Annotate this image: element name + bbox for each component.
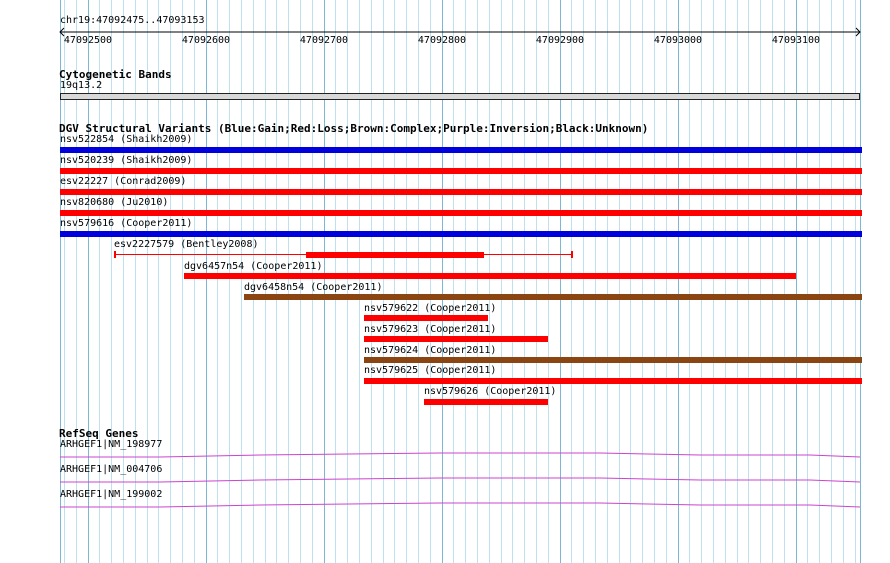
cyto-band[interactable] [60,93,860,100]
gene-intron-line[interactable] [0,475,890,487]
variant-label: nsv520239 (Shaikh2009) [60,155,193,166]
gene-intron-line[interactable] [0,500,890,512]
variant-label: nsv579622 (Cooper2011) [364,303,497,314]
gene-intron-path [60,502,861,508]
variant-bar[interactable] [184,273,796,279]
variant-end-cap [571,251,573,258]
cyto-band-label: 19q13.2 [60,80,103,91]
ruler-tick-label: 47093100 [771,35,821,46]
variant-bar[interactable] [364,315,488,321]
variant-bar[interactable] [60,231,862,237]
variant-bar[interactable] [60,189,862,195]
variant-label: esv22227 (Conrad2009) [60,176,187,187]
ruler-tick-label: 47092600 [181,35,231,46]
variant-bar[interactable] [60,147,862,153]
variant-label: nsv579623 (Cooper2011) [364,324,497,335]
variant-label: esv2227579 (Bentley2008) [114,239,259,250]
variant-label: dgv6457n54 (Cooper2011) [184,261,323,272]
variant-label: nsv579626 (Cooper2011) [424,386,557,397]
variant-bar[interactable] [424,399,548,405]
variant-label: nsv579625 (Cooper2011) [364,365,497,376]
ruler-tick-label: 47092900 [535,35,585,46]
ruler-tick-label: 47092800 [417,35,467,46]
variant-bar[interactable] [60,168,862,174]
genome-browser: chr19:47092475..47093153 47092500 470926… [0,0,890,563]
variant-bar [306,252,484,258]
variant-bar[interactable] [60,210,862,216]
gene-intron-line[interactable] [0,450,890,462]
variant-label: nsv579616 (Cooper2011) [60,218,193,229]
variant-bar[interactable] [364,378,862,384]
gene-intron-path [60,452,861,458]
variant-span[interactable] [114,251,574,259]
ruler-tick-label: 47092500 [63,35,113,46]
ruler-tick-label: 47092700 [299,35,349,46]
gene-intron-path [60,477,861,483]
variant-bar[interactable] [364,336,548,342]
ruler-tick-label: 47093000 [653,35,703,46]
variant-bar[interactable] [244,294,862,300]
variant-label: nsv579624 (Cooper2011) [364,345,497,356]
variant-label: dgv6458n54 (Cooper2011) [244,282,383,293]
variant-bar[interactable] [364,357,862,363]
variant-label: nsv522854 (Shaikh2009) [60,134,193,145]
variant-label: nsv820680 (Ju2010) [60,197,169,208]
variant-end-cap [114,251,116,258]
